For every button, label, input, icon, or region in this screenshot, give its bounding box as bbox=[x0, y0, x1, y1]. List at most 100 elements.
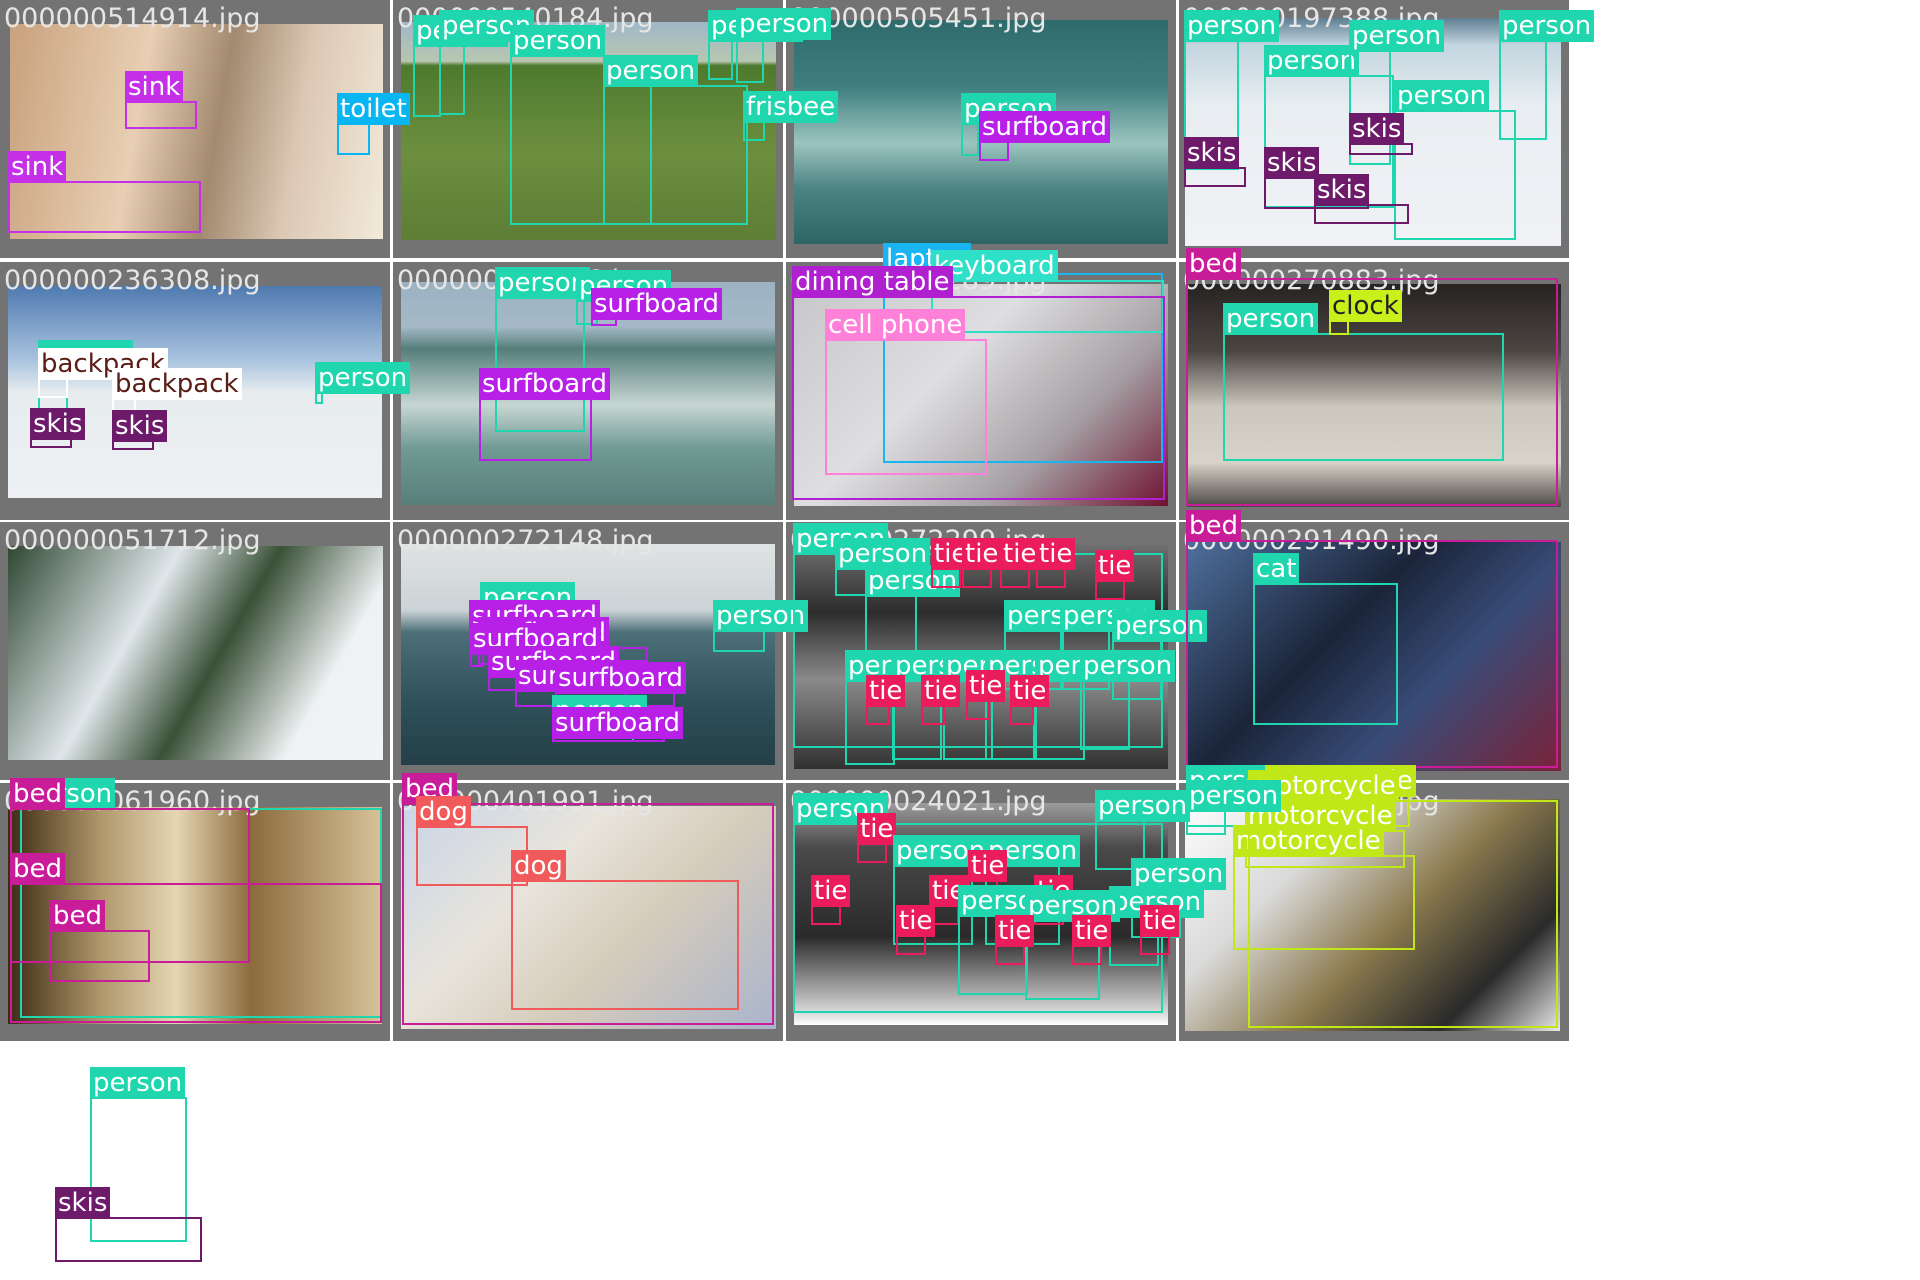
class-label: person bbox=[1394, 80, 1490, 112]
bounding-box bbox=[1000, 568, 1030, 588]
class-label: person bbox=[1186, 780, 1282, 812]
bounding-box bbox=[1253, 583, 1398, 725]
class-label: person bbox=[603, 55, 699, 87]
bounding-box bbox=[1248, 800, 1558, 1028]
class-label: dog bbox=[511, 850, 566, 882]
bounding-box bbox=[439, 40, 465, 115]
detection-grid: 000000514914.jpgsinktoiletsink0000005401… bbox=[0, 0, 1920, 1280]
bounding-box bbox=[1010, 705, 1034, 725]
image-filename: 000000236308.jpg bbox=[4, 265, 261, 296]
class-label: tie bbox=[921, 675, 961, 707]
class-label: surfboard bbox=[479, 368, 610, 400]
class-label: skis bbox=[1349, 113, 1405, 145]
class-label: frisbee bbox=[743, 91, 839, 123]
class-label: clock bbox=[1329, 290, 1402, 322]
bounding-box bbox=[931, 568, 961, 588]
bounding-box bbox=[896, 935, 926, 955]
image-filename: 000000272148.jpg bbox=[397, 525, 654, 556]
class-label: tie bbox=[1036, 538, 1076, 570]
class-label: bed bbox=[10, 778, 66, 810]
image-filename: 000000051712.jpg bbox=[4, 525, 261, 556]
class-label: surfboard bbox=[591, 288, 722, 320]
class-label: tie bbox=[1000, 538, 1040, 570]
image-tile: 000000051712.jpg bbox=[0, 522, 390, 780]
bounding-box bbox=[1223, 333, 1504, 461]
class-label: backpack bbox=[112, 368, 242, 400]
class-label: person bbox=[1499, 10, 1595, 42]
image-filename: 000000514914.jpg bbox=[4, 3, 261, 34]
class-label: tie bbox=[1095, 550, 1135, 582]
bounding-box bbox=[1184, 167, 1246, 187]
class-label: tie bbox=[995, 915, 1035, 947]
bounding-box bbox=[962, 568, 992, 588]
class-label: person bbox=[90, 1067, 186, 1099]
bounding-box bbox=[811, 905, 841, 925]
class-label: person bbox=[510, 25, 606, 57]
class-label: skis bbox=[1264, 147, 1320, 179]
bounding-box bbox=[603, 85, 748, 225]
bounding-box bbox=[479, 398, 592, 461]
class-label: toilet bbox=[337, 93, 410, 125]
class-label: surfboard bbox=[555, 662, 686, 694]
bounding-box bbox=[1314, 204, 1409, 224]
class-label: bed bbox=[1186, 510, 1242, 542]
class-label: sink bbox=[125, 71, 184, 103]
class-label: person bbox=[1349, 20, 1445, 52]
bounding-box bbox=[961, 123, 979, 156]
bounding-box bbox=[1499, 40, 1547, 140]
bounding-box bbox=[1095, 580, 1125, 600]
bounding-box bbox=[50, 930, 150, 982]
bounding-box bbox=[55, 1217, 202, 1262]
class-label: tie bbox=[857, 813, 897, 845]
class-label: dog bbox=[416, 796, 471, 828]
class-label: tie bbox=[1140, 905, 1180, 937]
class-label: tie bbox=[962, 538, 1002, 570]
bounding-box bbox=[1394, 110, 1516, 240]
photo bbox=[8, 546, 383, 760]
bounding-box bbox=[966, 700, 990, 720]
class-label: skis bbox=[30, 408, 86, 440]
class-label: person bbox=[1223, 303, 1319, 335]
class-label: skis bbox=[1314, 174, 1370, 206]
class-label: skis bbox=[55, 1187, 111, 1219]
bounding-box bbox=[825, 339, 987, 475]
bounding-box bbox=[866, 705, 890, 725]
bounding-box bbox=[1140, 935, 1170, 955]
bounding-box bbox=[1080, 680, 1130, 750]
bounding-box bbox=[921, 705, 945, 725]
bounding-box bbox=[125, 101, 197, 129]
class-label: person bbox=[1095, 790, 1191, 822]
class-label: person bbox=[1080, 650, 1176, 682]
bounding-box bbox=[713, 630, 765, 652]
class-label: person bbox=[736, 8, 832, 40]
bounding-box bbox=[736, 38, 764, 83]
class-label: skis bbox=[1184, 137, 1240, 169]
class-label: tie bbox=[866, 675, 906, 707]
bounding-box bbox=[979, 141, 1009, 161]
bounding-box bbox=[1072, 945, 1102, 965]
bounding-box bbox=[511, 880, 739, 1010]
class-label: tie bbox=[1072, 915, 1112, 947]
class-label: bed bbox=[50, 900, 106, 932]
bounding-box bbox=[470, 653, 484, 667]
class-label: tie bbox=[966, 670, 1006, 702]
class-label: dining table bbox=[792, 266, 953, 298]
class-label: surfboard bbox=[552, 707, 683, 739]
class-label: person bbox=[1264, 45, 1360, 77]
bounding-box bbox=[413, 45, 441, 117]
bounding-box bbox=[743, 121, 765, 141]
class-label: cell phone bbox=[825, 309, 966, 341]
class-label: cat bbox=[1253, 553, 1300, 585]
class-label: skis bbox=[112, 410, 168, 442]
class-label: surfboard bbox=[979, 111, 1110, 143]
bounding-box bbox=[8, 181, 201, 233]
bounding-box bbox=[708, 40, 733, 80]
class-label: sink bbox=[8, 151, 67, 183]
bounding-box bbox=[1186, 810, 1226, 835]
bounding-box bbox=[1329, 320, 1349, 335]
bounding-box bbox=[1036, 568, 1066, 588]
class-label: tie bbox=[968, 850, 1008, 882]
bounding-box bbox=[337, 123, 370, 155]
class-label: person bbox=[315, 362, 411, 394]
class-label: person bbox=[1184, 10, 1280, 42]
